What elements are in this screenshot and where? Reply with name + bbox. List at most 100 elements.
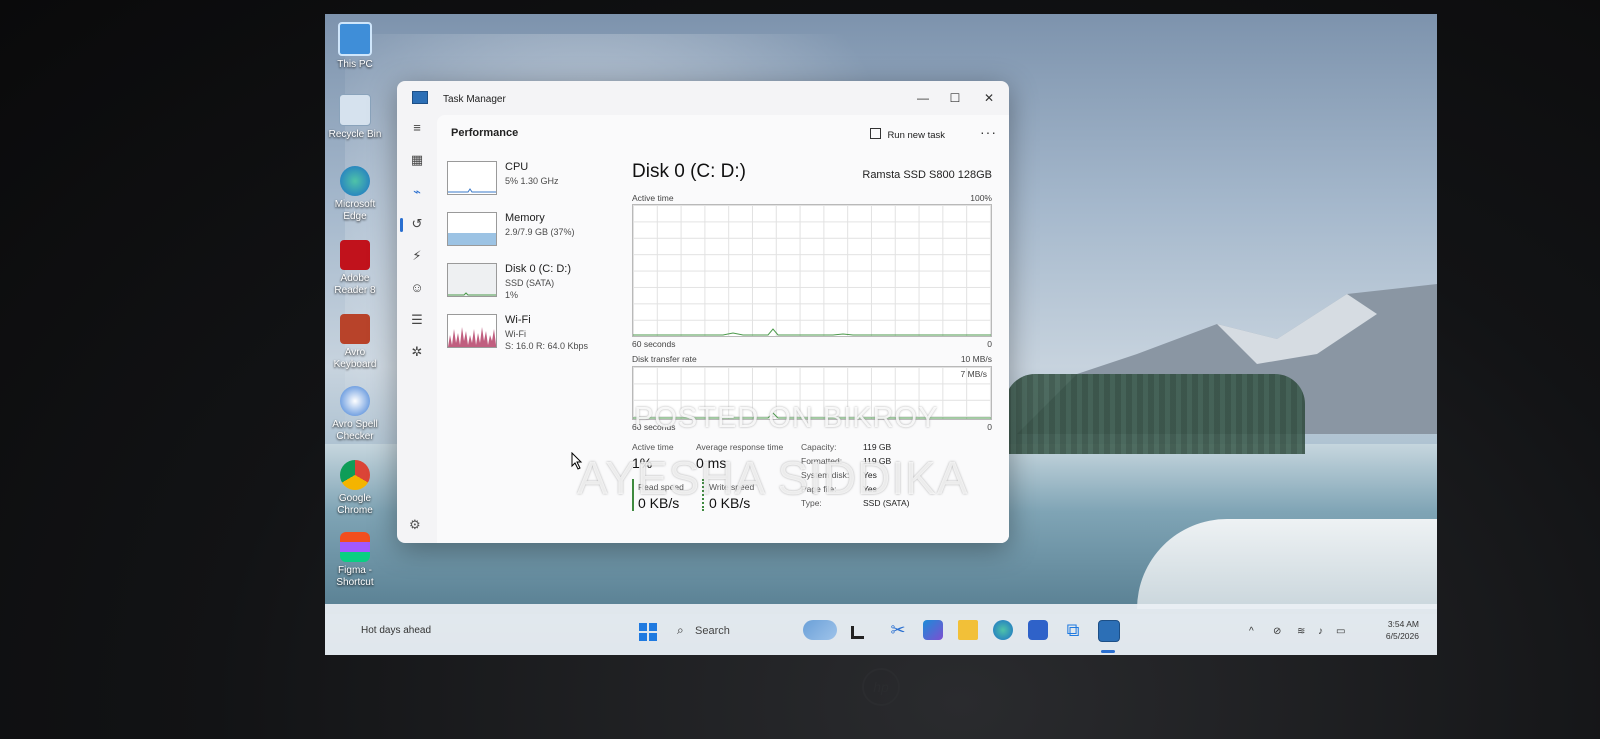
desktop-icon-label: Adobe Reader 8 — [334, 273, 376, 296]
desktop-icon-recycle-bin[interactable]: Recycle Bin — [325, 94, 385, 141]
close-button[interactable]: ✕ — [975, 88, 1003, 108]
desktop: This PC Recycle Bin Microsoft Edge Adobe… — [325, 14, 1437, 655]
memory-thumbnail-graph — [447, 212, 497, 246]
more-options-button[interactable]: ··· — [980, 124, 997, 140]
snipping-tool-icon[interactable]: ✂ — [888, 620, 908, 640]
details-icon[interactable]: ☰ — [408, 311, 426, 329]
disk-model: Ramsta SSD S800 128GB — [862, 169, 992, 181]
tray-overflow-icon[interactable]: ^ — [1249, 626, 1254, 637]
title-bar[interactable]: Task Manager — ☐ ✕ — [397, 81, 1009, 115]
watermark-name: AYESHA SIDDIKA — [577, 452, 969, 504]
disk-title: Disk 0 (C: D:) — [632, 161, 746, 182]
perf-item-sub: SSD (SATA) — [505, 278, 555, 288]
figma-icon — [340, 532, 370, 562]
window-title: Task Manager — [443, 94, 506, 105]
perf-item-name: CPU — [505, 161, 529, 173]
desktop-icon-edge[interactable]: Microsoft Edge — [325, 166, 385, 223]
memory-fill — [448, 233, 496, 245]
users-icon[interactable]: ☺ — [408, 279, 426, 297]
perf-item-sub2: S: 16.0 R: 64.0 Kbps — [505, 341, 589, 351]
perf-item-name: Memory — [505, 212, 545, 224]
cpu-thumbnail-graph — [447, 161, 497, 195]
hp-logo: hp — [862, 668, 900, 706]
store-icon[interactable] — [1028, 620, 1048, 640]
desktop-icon-chrome[interactable]: Google Chrome — [325, 460, 385, 517]
active-time-line — [633, 328, 991, 336]
active-app-indicator — [1101, 650, 1115, 653]
avro-keyboard-icon — [340, 314, 370, 344]
wallpaper-snowbank — [1137, 519, 1437, 609]
desktop-icon-avro-keyboard[interactable]: Avro Keyboard — [325, 314, 385, 371]
recycle-bin-icon — [339, 94, 371, 126]
disk-thumbnail-graph — [447, 263, 497, 297]
perf-item-sub: 5% 1.30 GHz — [505, 176, 559, 186]
wifi-thumbnail-graph — [447, 314, 497, 348]
transfer-rate-max: 10 MB/s — [960, 354, 992, 364]
desktop-icon-label: Figma - Shortcut — [336, 565, 374, 588]
run-new-task-label: Run new task — [887, 130, 945, 141]
clock-time: 3:54 AM — [1387, 619, 1419, 629]
wifi-icon[interactable]: ≋ — [1297, 626, 1305, 637]
vscode-icon[interactable]: ⧉ — [1063, 620, 1083, 640]
perf-item-sub2: 1% — [505, 290, 519, 300]
hamburger-menu-icon[interactable]: ≡ — [408, 119, 426, 137]
processes-icon[interactable]: ▦ — [408, 151, 426, 169]
task-manager-icon — [412, 91, 428, 104]
widgets-icon[interactable] — [803, 620, 837, 640]
network-icon[interactable]: ⊘ — [1273, 626, 1281, 637]
run-new-task-button[interactable]: Run new task — [870, 128, 945, 141]
chrome-icon — [340, 460, 370, 490]
edge-taskbar-icon[interactable] — [993, 620, 1013, 640]
startup-apps-icon[interactable]: ⚡ — [408, 247, 426, 265]
perf-item-memory[interactable]: Memory 2.9/7.9 GB (37%) — [447, 212, 627, 263]
perf-item-cpu[interactable]: CPU 5% 1.30 GHz — [447, 161, 627, 212]
monitor-icon — [338, 22, 372, 56]
graph2-zero-label: 0 — [987, 422, 992, 432]
taskbar-clock[interactable]: 3:54 AM 6/5/2026 — [1386, 618, 1419, 642]
active-time-graph — [632, 204, 992, 337]
start-button-icon[interactable] — [638, 622, 658, 642]
performance-icon[interactable]: ⌁ — [408, 183, 426, 201]
desktop-icon-this-pc[interactable]: This PC — [325, 22, 385, 71]
desktop-icon-avro-spell-checker[interactable]: Avro Spell Checker — [325, 386, 385, 443]
desktop-icon-label: This PC — [337, 59, 373, 70]
perf-item-name: Disk 0 (C: D:) — [505, 263, 571, 275]
avro-spell-checker-icon — [340, 386, 370, 416]
edge-icon — [340, 166, 370, 196]
desktop-icon-label: Recycle Bin — [328, 129, 382, 140]
taskbar: Hot days ahead ⌕ Search ✂ ⧉ ^ ⊘ ≋ ♪ ▭ 3:… — [325, 604, 1437, 655]
services-icon[interactable]: ✲ — [408, 343, 426, 361]
desktop-icon-label: Microsoft Edge — [334, 199, 376, 222]
weather-widget[interactable]: Hot days ahead — [361, 625, 431, 636]
teams-icon[interactable] — [923, 620, 943, 640]
task-view-icon[interactable] — [851, 626, 864, 639]
battery-icon[interactable]: ▭ — [1336, 626, 1345, 637]
settings-gear-icon[interactable]: ⚙ — [409, 517, 421, 533]
desktop-icon-adobe-reader[interactable]: Adobe Reader 8 — [325, 240, 385, 297]
active-time-max: 100% — [970, 193, 992, 203]
perf-item-name: Wi-Fi — [505, 314, 531, 326]
app-history-icon[interactable]: ↺ — [408, 215, 426, 233]
task-manager-taskbar-icon[interactable] — [1098, 620, 1120, 642]
file-explorer-icon[interactable] — [958, 620, 978, 640]
page-title: Performance — [451, 127, 519, 139]
graph1-time-label: 60 seconds — [632, 339, 676, 349]
desktop-icon-figma[interactable]: Figma - Shortcut — [325, 532, 385, 589]
desktop-icon-label: Google Chrome — [337, 493, 373, 516]
perf-item-wifi[interactable]: Wi-Fi Wi-Fi S: 16.0 R: 64.0 Kbps — [447, 314, 627, 365]
perf-item-sub: 2.9/7.9 GB (37%) — [505, 227, 575, 237]
clock-date: 6/5/2026 — [1385, 631, 1419, 641]
transfer-rate-label: Disk transfer rate — [632, 354, 697, 364]
taskbar-search[interactable]: Search — [695, 625, 730, 637]
volume-icon[interactable]: ♪ — [1318, 626, 1323, 637]
nav-rail: ≡ ▦ ⌁ ↺ ⚡ ☺ ☰ ✲ ⚙ — [397, 115, 437, 543]
mouse-cursor-icon — [571, 452, 583, 470]
perf-item-disk[interactable]: Disk 0 (C: D:) SSD (SATA) 1% — [447, 263, 627, 314]
perf-item-sub: Wi-Fi — [505, 329, 526, 339]
watermark-posted-on: POSTED ON BIKROY — [634, 402, 939, 434]
active-indicator — [400, 218, 403, 232]
graph1-zero-label: 0 — [987, 339, 992, 349]
maximize-button[interactable]: ☐ — [941, 88, 969, 108]
minimize-button[interactable]: — — [909, 88, 937, 108]
desktop-icon-label: Avro Spell Checker — [332, 419, 378, 442]
